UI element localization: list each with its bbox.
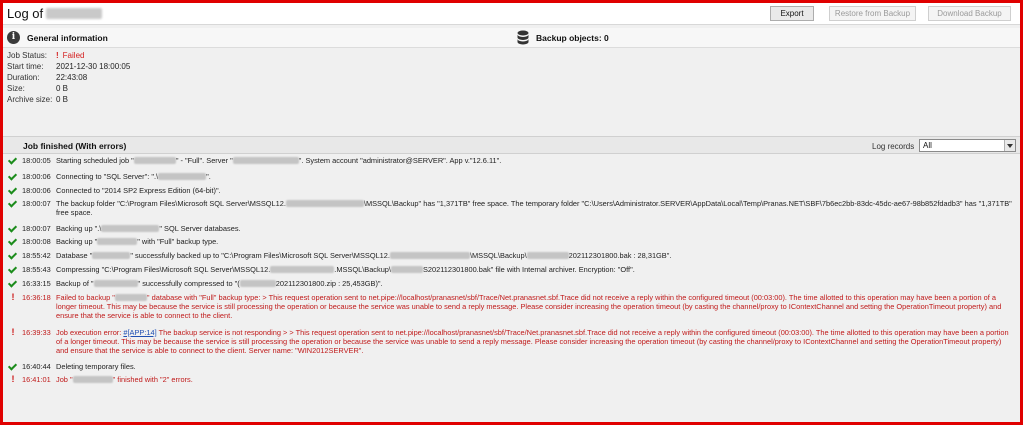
- log-message: The backup folder "C:\Program Files\Micr…: [56, 199, 1012, 217]
- job-status-label: Job Status:: [7, 51, 48, 60]
- log-records-select[interactable]: All: [919, 139, 1016, 152]
- log-time: 18:00:08: [22, 237, 51, 246]
- log-records-label: Log records: [872, 142, 915, 151]
- job-finished-bar: Job finished (With errors) Log records A…: [3, 136, 1020, 154]
- header-bar: Log of Export Restore from Backup Downlo…: [3, 3, 1020, 25]
- redacted-job-name: [46, 8, 103, 19]
- log-time: 16:39:33: [22, 328, 51, 337]
- log-message: Compressing "C:\Program Files\Microsoft …: [56, 265, 635, 274]
- general-information-bar: i General information Backup objects: 0: [3, 28, 1020, 48]
- checkmark-icon: [8, 156, 18, 165]
- checkmark-icon: [8, 279, 18, 288]
- log-message: Backing up " " with "Full" backup type.: [56, 237, 219, 246]
- job-status-value: ! Failed: [56, 51, 84, 60]
- log-time: 18:00:06: [22, 172, 51, 181]
- log-time: 18:00:05: [22, 156, 51, 165]
- checkmark-icon: [8, 251, 18, 260]
- checkmark-icon: [8, 224, 18, 233]
- chevron-down-icon[interactable]: [1004, 140, 1015, 151]
- log-message: Job " " finished with "2" errors.: [56, 375, 193, 384]
- log-message: Connecting to "SQL Server": ".\ ".: [56, 172, 211, 181]
- info-icon: i: [7, 31, 20, 44]
- download-backup-button[interactable]: Download Backup: [928, 6, 1011, 21]
- size-label: Size:: [7, 84, 25, 93]
- checkmark-icon: [8, 186, 18, 195]
- backup-objects-count: Backup objects: 0: [536, 33, 609, 43]
- log-time: 18:00:07: [22, 199, 51, 208]
- start-time-label: Start time:: [7, 62, 44, 71]
- log-list: 18:00:05 Starting scheduled job " " - "Fu…: [3, 156, 1020, 422]
- error-icon: !: [11, 374, 15, 384]
- archive-size-label: Archive size:: [7, 95, 53, 104]
- log-time: 16:36:18: [22, 293, 51, 302]
- log-message: Starting scheduled job " " - "Full". Serv…: [56, 156, 502, 165]
- checkmark-icon: [8, 237, 18, 246]
- page-title: Log of: [7, 6, 103, 21]
- log-message: Job execution error: #[APP:14] The backu…: [56, 328, 1009, 355]
- log-records-value: All: [923, 141, 932, 150]
- page-title-text: Log of: [7, 6, 44, 21]
- export-button[interactable]: Export: [770, 6, 814, 21]
- log-message: Failed to backup " " database with "Full"…: [56, 293, 1002, 320]
- log-message: Database " " successfully backed up to "C…: [56, 251, 672, 260]
- start-time-value: 2021-12-30 18:00:05: [56, 62, 131, 71]
- log-time: 18:00:06: [22, 186, 51, 195]
- error-icon: !: [11, 327, 15, 337]
- general-information-title: General information: [27, 33, 108, 43]
- job-status-text: Failed: [62, 51, 85, 60]
- log-time: 18:00:07: [22, 224, 51, 233]
- checkmark-icon: [8, 265, 18, 274]
- log-message: Backup of " " successfully compressed to …: [56, 279, 383, 288]
- log-message: Deleting temporary files.: [56, 362, 136, 371]
- archive-size-value: 0 B: [56, 95, 69, 104]
- checkmark-icon: [8, 362, 18, 371]
- error-icon: !: [11, 292, 15, 302]
- error-icon: !: [56, 51, 59, 60]
- checkmark-icon: [8, 172, 18, 181]
- duration-label: Duration:: [7, 73, 40, 82]
- log-time: 16:33:15: [22, 279, 51, 288]
- log-window: Log of Export Restore from Backup Downlo…: [0, 0, 1023, 425]
- log-time: 16:40:44: [22, 362, 51, 371]
- log-time: 16:41:01: [22, 375, 51, 384]
- database-icon: [517, 30, 529, 45]
- log-time: 18:55:43: [22, 265, 51, 274]
- log-message: Connected to "2014 SP2 Express Edition (…: [56, 186, 221, 195]
- checkmark-icon: [8, 199, 18, 208]
- size-value: 0 B: [56, 84, 69, 93]
- error-code-link[interactable]: #[APP:14]: [123, 328, 156, 337]
- job-details: Job Status: ! Failed Start time: 2021-12-…: [3, 49, 1020, 135]
- log-message: Backing up ".\ " SQL Server databases.: [56, 224, 241, 233]
- log-time: 18:55:42: [22, 251, 51, 260]
- duration-value: 22:43:08: [56, 73, 88, 82]
- job-finished-title: Job finished (With errors): [23, 141, 127, 151]
- restore-from-backup-button[interactable]: Restore from Backup: [829, 6, 916, 21]
